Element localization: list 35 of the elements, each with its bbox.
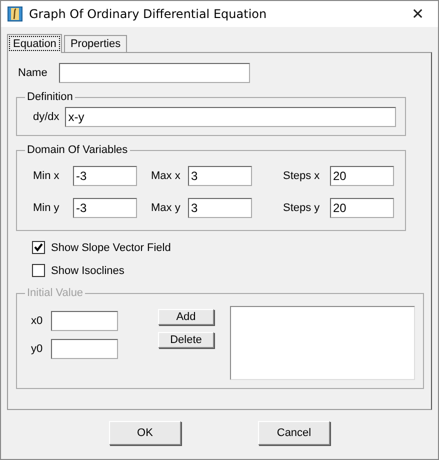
group-title: Definition [26, 91, 74, 103]
dialog-button[interactable]: Cancel [258, 421, 330, 445]
name-field[interactable] [59, 63, 250, 83]
number-field[interactable]: -3 [73, 166, 137, 186]
tab[interactable]: Equation [7, 34, 62, 53]
tab[interactable]: Properties [64, 35, 127, 52]
dialog-button[interactable]: OK [109, 421, 181, 445]
field-label: Steps y [283, 202, 321, 214]
field-label: Name [18, 67, 48, 79]
app-icon [7, 6, 23, 22]
field-label: Max x [151, 170, 182, 182]
number-field[interactable] [51, 311, 118, 331]
number-field[interactable]: -3 [73, 198, 137, 218]
group-title: Initial Value [26, 287, 84, 299]
number-field[interactable]: 20 [330, 198, 394, 218]
checkbox-label: Show Isoclines [51, 264, 124, 276]
field-label: Min y [33, 202, 60, 214]
number-field[interactable]: 20 [330, 166, 394, 186]
group-title: Domain Of Variables [26, 144, 129, 156]
field-label: Steps x [283, 170, 321, 182]
number-field[interactable] [51, 339, 118, 359]
checkbox[interactable] [32, 241, 45, 254]
field-label: x0 [31, 315, 44, 327]
close-button[interactable]: ✕ [398, 1, 438, 27]
field-label: Max y [151, 202, 182, 214]
number-field[interactable]: 3 [188, 198, 252, 218]
field-label: Min x [33, 170, 60, 182]
equation-field[interactable]: x-y [65, 107, 396, 127]
number-field[interactable]: 3 [188, 166, 252, 186]
checkbox[interactable] [32, 264, 45, 277]
checkbox-label: Show Slope Vector Field [51, 242, 171, 254]
window-title: Graph Of Ordinary Differential Equation [29, 7, 268, 21]
field-label: y0 [31, 343, 44, 355]
field-label: dy/dx [33, 111, 60, 123]
check-icon [33, 242, 44, 253]
